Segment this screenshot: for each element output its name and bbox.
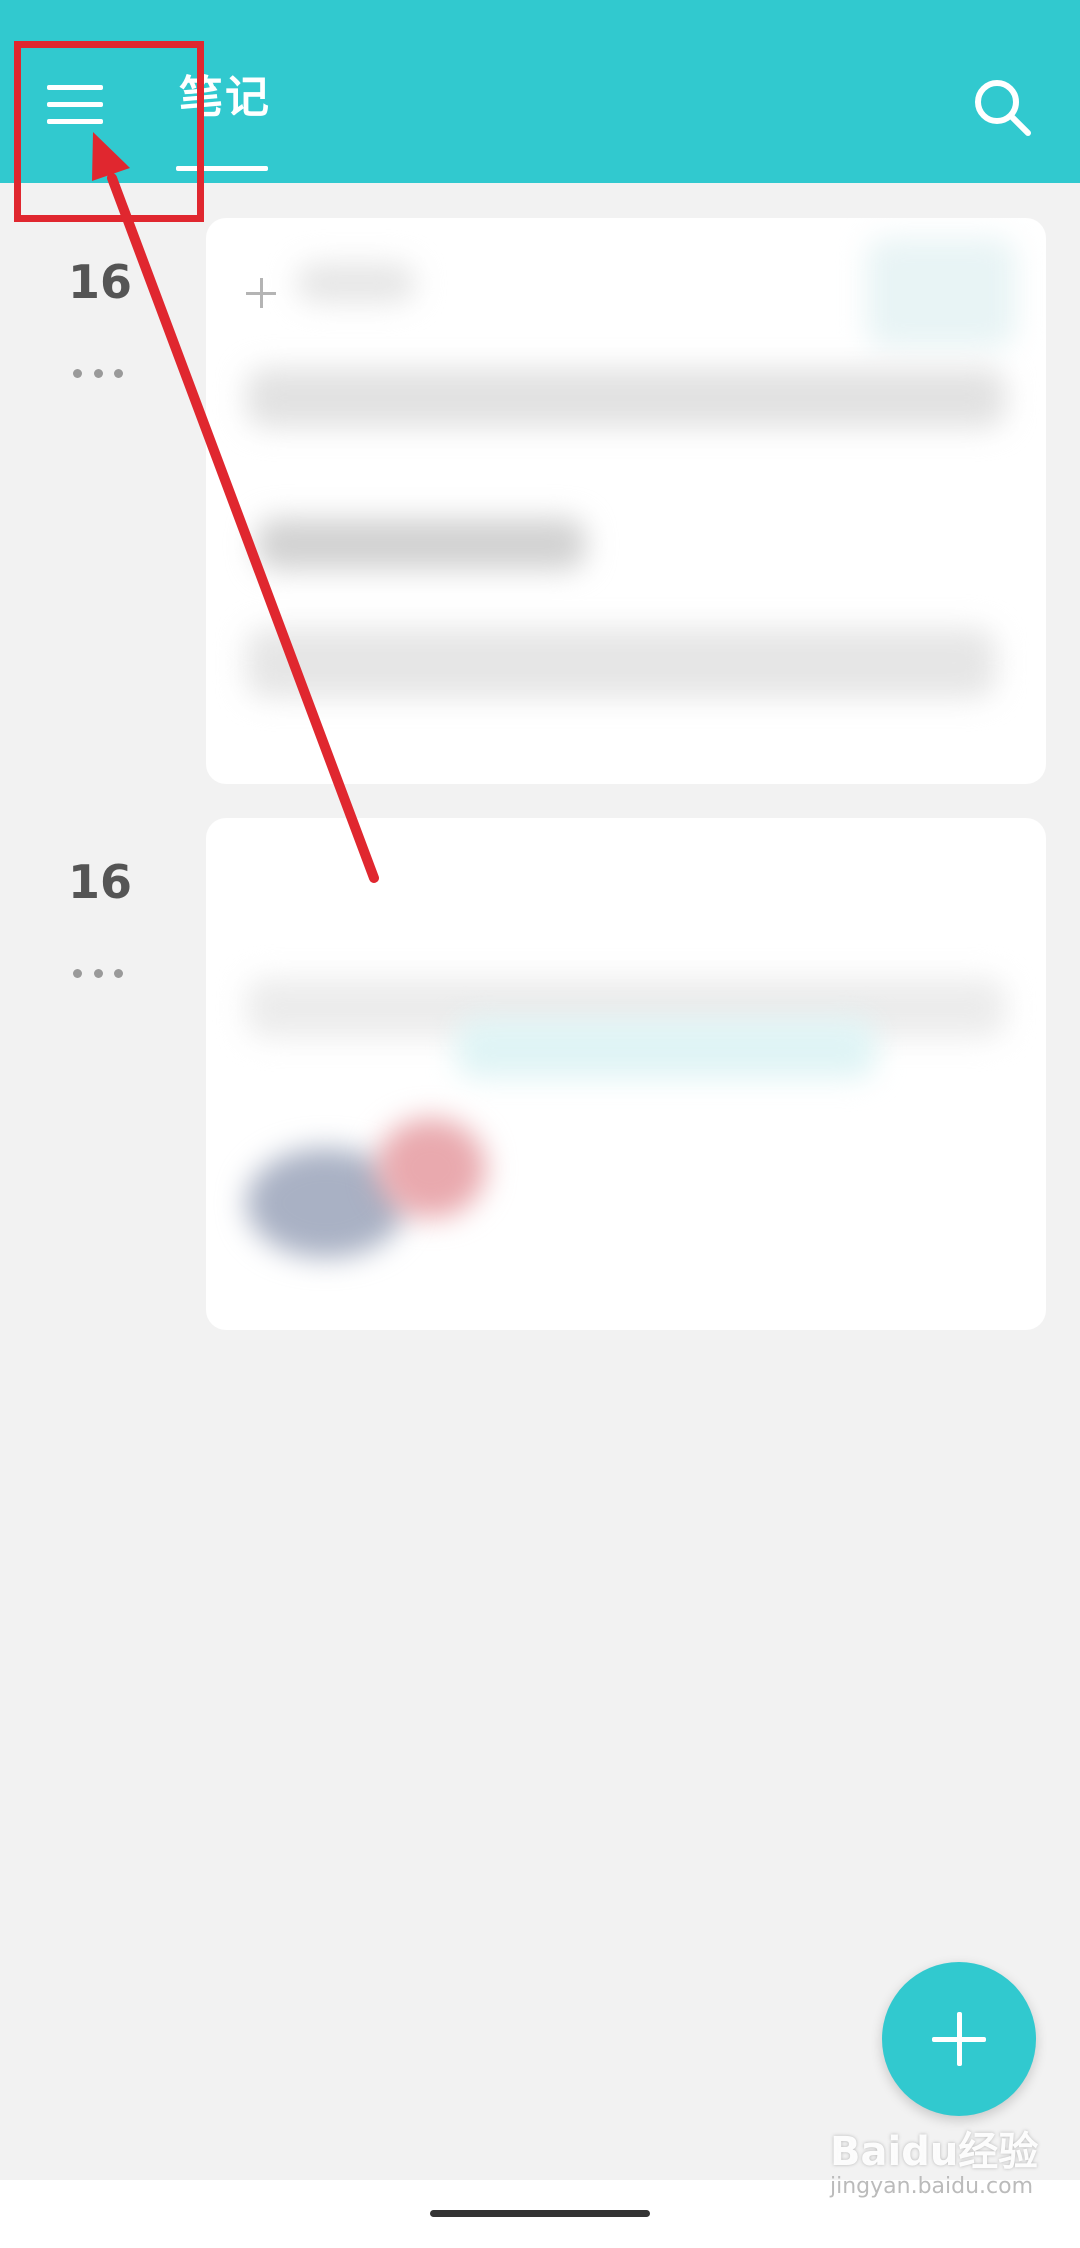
search-button[interactable] <box>970 75 1036 141</box>
blurred-content <box>256 518 586 570</box>
plus-icon <box>246 278 276 308</box>
blurred-image <box>376 1118 486 1218</box>
ellipsis-icon[interactable] <box>73 367 123 379</box>
blurred-content <box>246 628 996 698</box>
note-card[interactable] <box>206 218 1046 784</box>
blurred-content <box>866 238 1016 348</box>
note-card[interactable] <box>206 818 1046 1330</box>
watermark-logo: Baidu经验 jingyan.baidu.com <box>830 2129 1039 2199</box>
blurred-content <box>246 368 1006 428</box>
search-icon <box>975 80 1031 136</box>
note-date-day: 16 <box>67 255 132 309</box>
note-date-day: 16 <box>67 855 132 909</box>
blurred-content <box>456 1018 876 1078</box>
home-indicator[interactable] <box>430 2210 650 2217</box>
ellipsis-icon[interactable] <box>73 967 123 979</box>
annotation-highlight-box <box>14 41 204 222</box>
add-note-button[interactable] <box>882 1962 1036 2116</box>
blurred-content <box>296 263 416 303</box>
